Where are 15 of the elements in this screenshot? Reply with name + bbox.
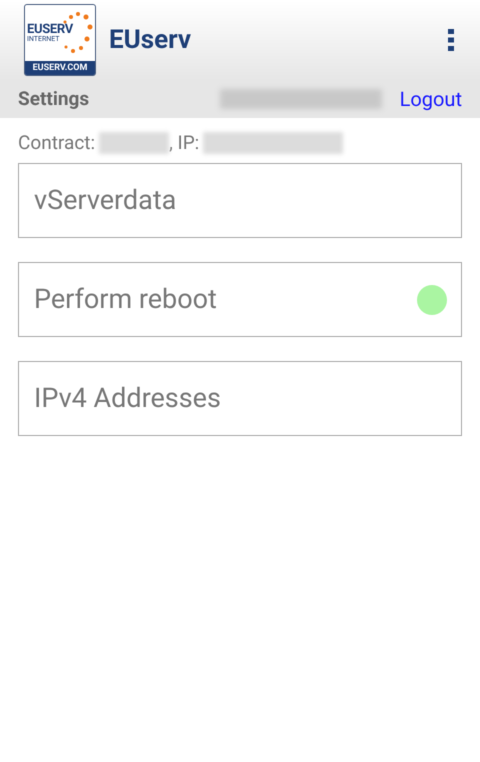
item-label: IPv4 Addresses bbox=[34, 381, 222, 416]
menu-item[interactable]: Perform reboot bbox=[18, 262, 462, 337]
item-label: vServerdata bbox=[34, 183, 178, 218]
contract-label: Contract: bbox=[18, 130, 96, 156]
page-title: Settings bbox=[18, 86, 90, 112]
menu-icon[interactable] bbox=[448, 29, 454, 51]
menu-item[interactable]: IPv4 Addresses bbox=[18, 361, 462, 436]
logo-wordmark: EUSERV bbox=[27, 23, 74, 36]
redacted-text bbox=[99, 132, 170, 154]
logo-domain: EUSERV.COM bbox=[25, 61, 95, 75]
item-label: Perform reboot bbox=[34, 282, 218, 318]
app-title: EUserv bbox=[109, 24, 192, 56]
logout-link[interactable]: Logout bbox=[400, 84, 462, 114]
ip-label: , IP: bbox=[169, 130, 200, 156]
menu-item[interactable]: vServerdata bbox=[18, 163, 462, 238]
